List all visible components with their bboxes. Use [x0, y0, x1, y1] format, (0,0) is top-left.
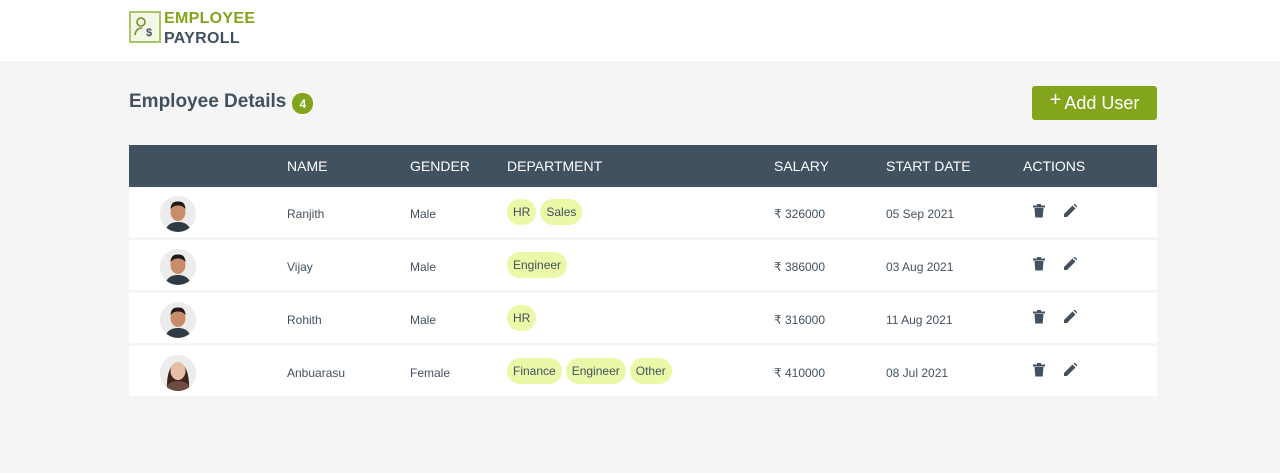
logo-title-line2: PAYROLL: [164, 30, 240, 47]
pencil-icon[interactable]: [1064, 362, 1078, 377]
column-header-actions: ACTIONS: [1023, 158, 1086, 174]
add-user-button[interactable]: + Add User: [1032, 86, 1157, 120]
plus-icon: +: [1049, 88, 1062, 111]
pencil-icon[interactable]: [1064, 309, 1078, 324]
column-header-name[interactable]: NAME: [287, 158, 327, 174]
department-tags: HR Sales: [507, 199, 586, 225]
pencil-icon[interactable]: [1064, 203, 1078, 218]
employee-name: Vijay: [287, 260, 313, 274]
employee-name: Anbuarasu: [287, 366, 346, 380]
table-row: Vijay Male Engineer ₹ 386000 03 Aug 2021: [129, 240, 1157, 290]
employee-avatar: [160, 355, 196, 391]
column-header-gender[interactable]: GENDER: [410, 158, 470, 174]
employee-start-date: 08 Jul 2021: [886, 366, 949, 380]
svg-text:$: $: [146, 27, 152, 39]
app-header: $ EMPLOYEE PAYROLL: [0, 0, 1280, 61]
department-tag: Engineer: [507, 252, 568, 278]
department-tag: HR: [507, 199, 537, 225]
employee-name: Rohith: [287, 313, 322, 327]
department-tag: Other: [629, 358, 672, 384]
employee-gender: Female: [410, 366, 451, 380]
employee-avatar: [160, 249, 196, 285]
employee-gender: Male: [410, 260, 437, 274]
logo-title-line1: EMPLOYEE: [164, 10, 256, 27]
employee-gender: Male: [410, 313, 437, 327]
column-header-department[interactable]: DEPARTMENT: [507, 158, 602, 174]
add-user-label: Add User: [1064, 92, 1140, 113]
table-row: Anbuarasu Female Finance Engineer Other ₹ …: [129, 346, 1157, 396]
app-logo[interactable]: $ EMPLOYEE PAYROLL: [129, 9, 255, 49]
employee-start-date: 05 Sep 2021: [886, 207, 955, 221]
table-row: Ranjith Male HR Sales ₹ 326000 05 Sep 202…: [129, 187, 1157, 237]
department-tag: Sales: [540, 199, 583, 225]
page-title: Employee Details: [129, 91, 287, 112]
department-tags: HR: [507, 305, 540, 331]
employee-start-date: 11 Aug 2021: [886, 313, 953, 327]
employee-start-date: 03 Aug 2021: [886, 260, 954, 274]
employee-count-badge: 4: [292, 93, 314, 114]
employee-avatar: [160, 302, 196, 338]
trash-icon[interactable]: [1033, 204, 1047, 218]
table-header: NAME GENDER DEPARTMENT SALARY START DATE…: [129, 145, 1157, 187]
payroll-logo-icon: $: [129, 11, 161, 43]
table-row: Rohith Male HR ₹ 316000 11 Aug 2021: [129, 293, 1157, 343]
employee-salary: ₹ 386000: [774, 260, 826, 274]
employee-gender: Male: [410, 207, 437, 221]
employee-avatar: [160, 196, 196, 232]
employee-salary: ₹ 410000: [774, 366, 826, 380]
pencil-icon[interactable]: [1064, 256, 1078, 271]
department-tags: Finance Engineer Other: [507, 358, 676, 384]
employee-salary: ₹ 326000: [774, 207, 826, 221]
employee-table: NAME GENDER DEPARTMENT SALARY START DATE…: [129, 145, 1157, 396]
trash-icon[interactable]: [1033, 257, 1047, 271]
column-header-salary[interactable]: SALARY: [774, 158, 829, 174]
employee-salary: ₹ 316000: [774, 313, 826, 327]
trash-icon[interactable]: [1033, 363, 1047, 377]
department-tags: Engineer: [507, 252, 571, 278]
column-header-start-date[interactable]: START DATE: [886, 158, 971, 174]
trash-icon[interactable]: [1033, 310, 1047, 324]
department-tag: HR: [507, 305, 537, 331]
department-tag: Finance: [507, 358, 562, 384]
employee-name: Ranjith: [287, 207, 325, 221]
page-title-row: Employee Details 4: [129, 90, 314, 114]
department-tag: Engineer: [565, 358, 626, 384]
